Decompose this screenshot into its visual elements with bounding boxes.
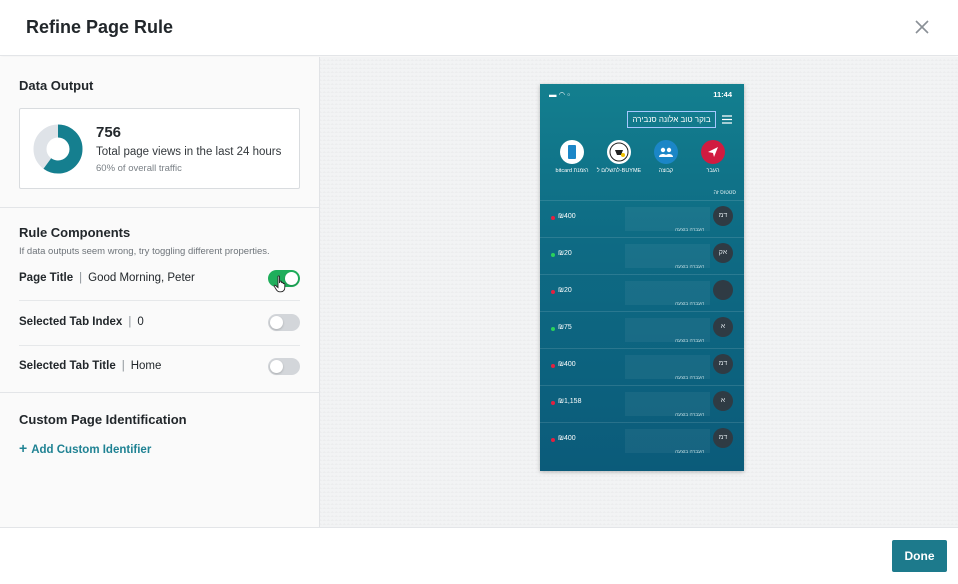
custom-page-id-title: Custom Page Identification (19, 412, 187, 427)
add-custom-identifier-label: Add Custom Identifier (31, 444, 152, 456)
status-time: 11:44 (713, 90, 732, 99)
preview-tab-label: לתשלום ל-BUYME (596, 168, 642, 174)
transaction-amount: ₪400 (558, 361, 576, 368)
modal-footer: Done (0, 527, 958, 584)
status-dot-icon (551, 253, 555, 257)
rule-label: Selected Tab Index (19, 316, 123, 328)
modal-title: Refine Page Rule (26, 17, 174, 37)
card-icon (560, 140, 584, 164)
selected-tab-index-toggle[interactable] (268, 314, 300, 331)
avatar: דמ (713, 354, 733, 374)
app-preview-area: ▬ ◠ ▫ 11:44 בוקר טוב אלונה סנבירה העבר ק… (320, 57, 958, 527)
transaction-amount: ₪20 (558, 287, 572, 294)
rule-components-title: Rule Components (19, 225, 131, 240)
page-views-card: 756 Total page views in the last 24 hour… (19, 108, 300, 189)
avatar: דמ (713, 428, 733, 448)
traffic-donut-chart (33, 124, 83, 174)
page-views-count: 756 (96, 124, 122, 141)
preview-tab[interactable]: לתשלום ל-BUYME (594, 140, 644, 174)
rule-components-help: If data outputs seem wrong, try toggling… (19, 246, 270, 257)
status-dot-icon (551, 327, 555, 331)
toggle-knob (270, 316, 283, 329)
page-views-description: Total page views in the last 24 hours (96, 146, 282, 158)
highlighted-page-title[interactable]: בוקר טוב אלונה סנבירה (627, 111, 716, 128)
phone-status-bar: ▬ ◠ ▫ 11:44 (540, 84, 744, 100)
rule-settings-panel: Data Output 756 Total page views in the … (0, 57, 320, 527)
send-icon (701, 140, 725, 164)
avatar: א (713, 391, 733, 411)
avatar: א (713, 317, 733, 337)
hamburger-menu-icon[interactable] (722, 115, 732, 124)
transaction-amount: ₪400 (558, 213, 576, 220)
transaction-note: העברה בוצעה (675, 301, 705, 307)
rule-row-selected-tab-index: Selected Tab Index | 0 (19, 301, 300, 345)
rule-value: Good Morning, Peter (88, 272, 195, 284)
rule-value: 0 (137, 316, 144, 328)
status-dot-icon (551, 401, 555, 405)
section-divider (0, 392, 319, 393)
preview-tab[interactable]: קבוצה (641, 140, 691, 174)
transaction-row[interactable]: ₪400 דמ העברה בוצעה (540, 200, 744, 237)
selected-tab-title-toggle[interactable] (268, 358, 300, 375)
transaction-note: העברה בוצעה (675, 227, 705, 233)
modal-header: Refine Page Rule (0, 0, 958, 56)
transaction-amount: ₪1,158 (558, 398, 582, 405)
close-icon[interactable] (912, 17, 932, 37)
transaction-note: העברה בוצעה (675, 338, 705, 344)
plus-icon: + (19, 440, 28, 456)
buyme-logo-icon (607, 140, 631, 164)
toggle-knob (270, 360, 283, 373)
transaction-row[interactable]: ₪20 אק העברה בוצעה (540, 237, 744, 274)
group-icon (654, 140, 678, 164)
preview-tab[interactable]: bitcard הזמנת (547, 140, 597, 174)
transaction-row[interactable]: ₪20 העברה בוצעה (540, 274, 744, 311)
rule-label: Page Title (19, 272, 74, 284)
done-button[interactable]: Done (892, 540, 947, 572)
status-dot-icon (551, 438, 555, 442)
transaction-note: העברה בוצעה (675, 264, 705, 270)
transaction-amount: ₪75 (558, 324, 572, 331)
hand-cursor-icon (273, 275, 286, 293)
transaction-note: העברה בוצעה (675, 375, 705, 381)
transaction-note: העברה בוצעה (675, 449, 705, 455)
rule-row-page-title: Page Title | Good Morning, Peter (19, 257, 300, 301)
data-output-title: Data Output (19, 78, 94, 93)
transaction-row[interactable]: ₪400 דמ העברה בוצעה (540, 348, 744, 385)
preview-list-header: סטטוס זה (713, 190, 736, 196)
rule-label: Selected Tab Title (19, 360, 116, 372)
preview-tab-label: העבר (706, 168, 720, 174)
section-divider (0, 207, 319, 208)
transaction-note: העברה בוצעה (675, 412, 705, 418)
transaction-row[interactable]: ₪400 דמ העברה בוצעה (540, 422, 744, 459)
signal-icon: ▬ ◠ ▫ (549, 90, 570, 99)
transaction-amount: ₪400 (558, 435, 576, 442)
transaction-amount: ₪20 (558, 250, 572, 257)
add-custom-identifier-link[interactable]: + Add Custom Identifier (19, 440, 151, 456)
transaction-row[interactable]: ₪75 א העברה בוצעה (540, 311, 744, 348)
status-dot-icon (551, 364, 555, 368)
preview-tab-label: קבוצה (658, 168, 674, 174)
avatar: אק (713, 243, 733, 263)
preview-tab[interactable]: העבר (688, 140, 738, 174)
rule-value: Home (130, 360, 162, 372)
transaction-row[interactable]: ₪1,158 א העברה בוצעה (540, 385, 744, 422)
status-dot-icon (551, 290, 555, 294)
avatar (713, 280, 733, 300)
traffic-percentage: 60% of overall traffic (96, 163, 182, 174)
avatar: דמ (713, 206, 733, 226)
preview-action-tabs: העבר קבוצה לתשלום ל-BUYME bitcard הזמנת (540, 140, 744, 180)
rule-row-selected-tab-title: Selected Tab Title | Home (19, 345, 300, 389)
status-dot-icon (551, 216, 555, 220)
phone-screenshot: ▬ ◠ ▫ 11:44 בוקר טוב אלונה סנבירה העבר ק… (540, 84, 744, 471)
preview-tab-label: bitcard הזמנת (555, 168, 589, 174)
